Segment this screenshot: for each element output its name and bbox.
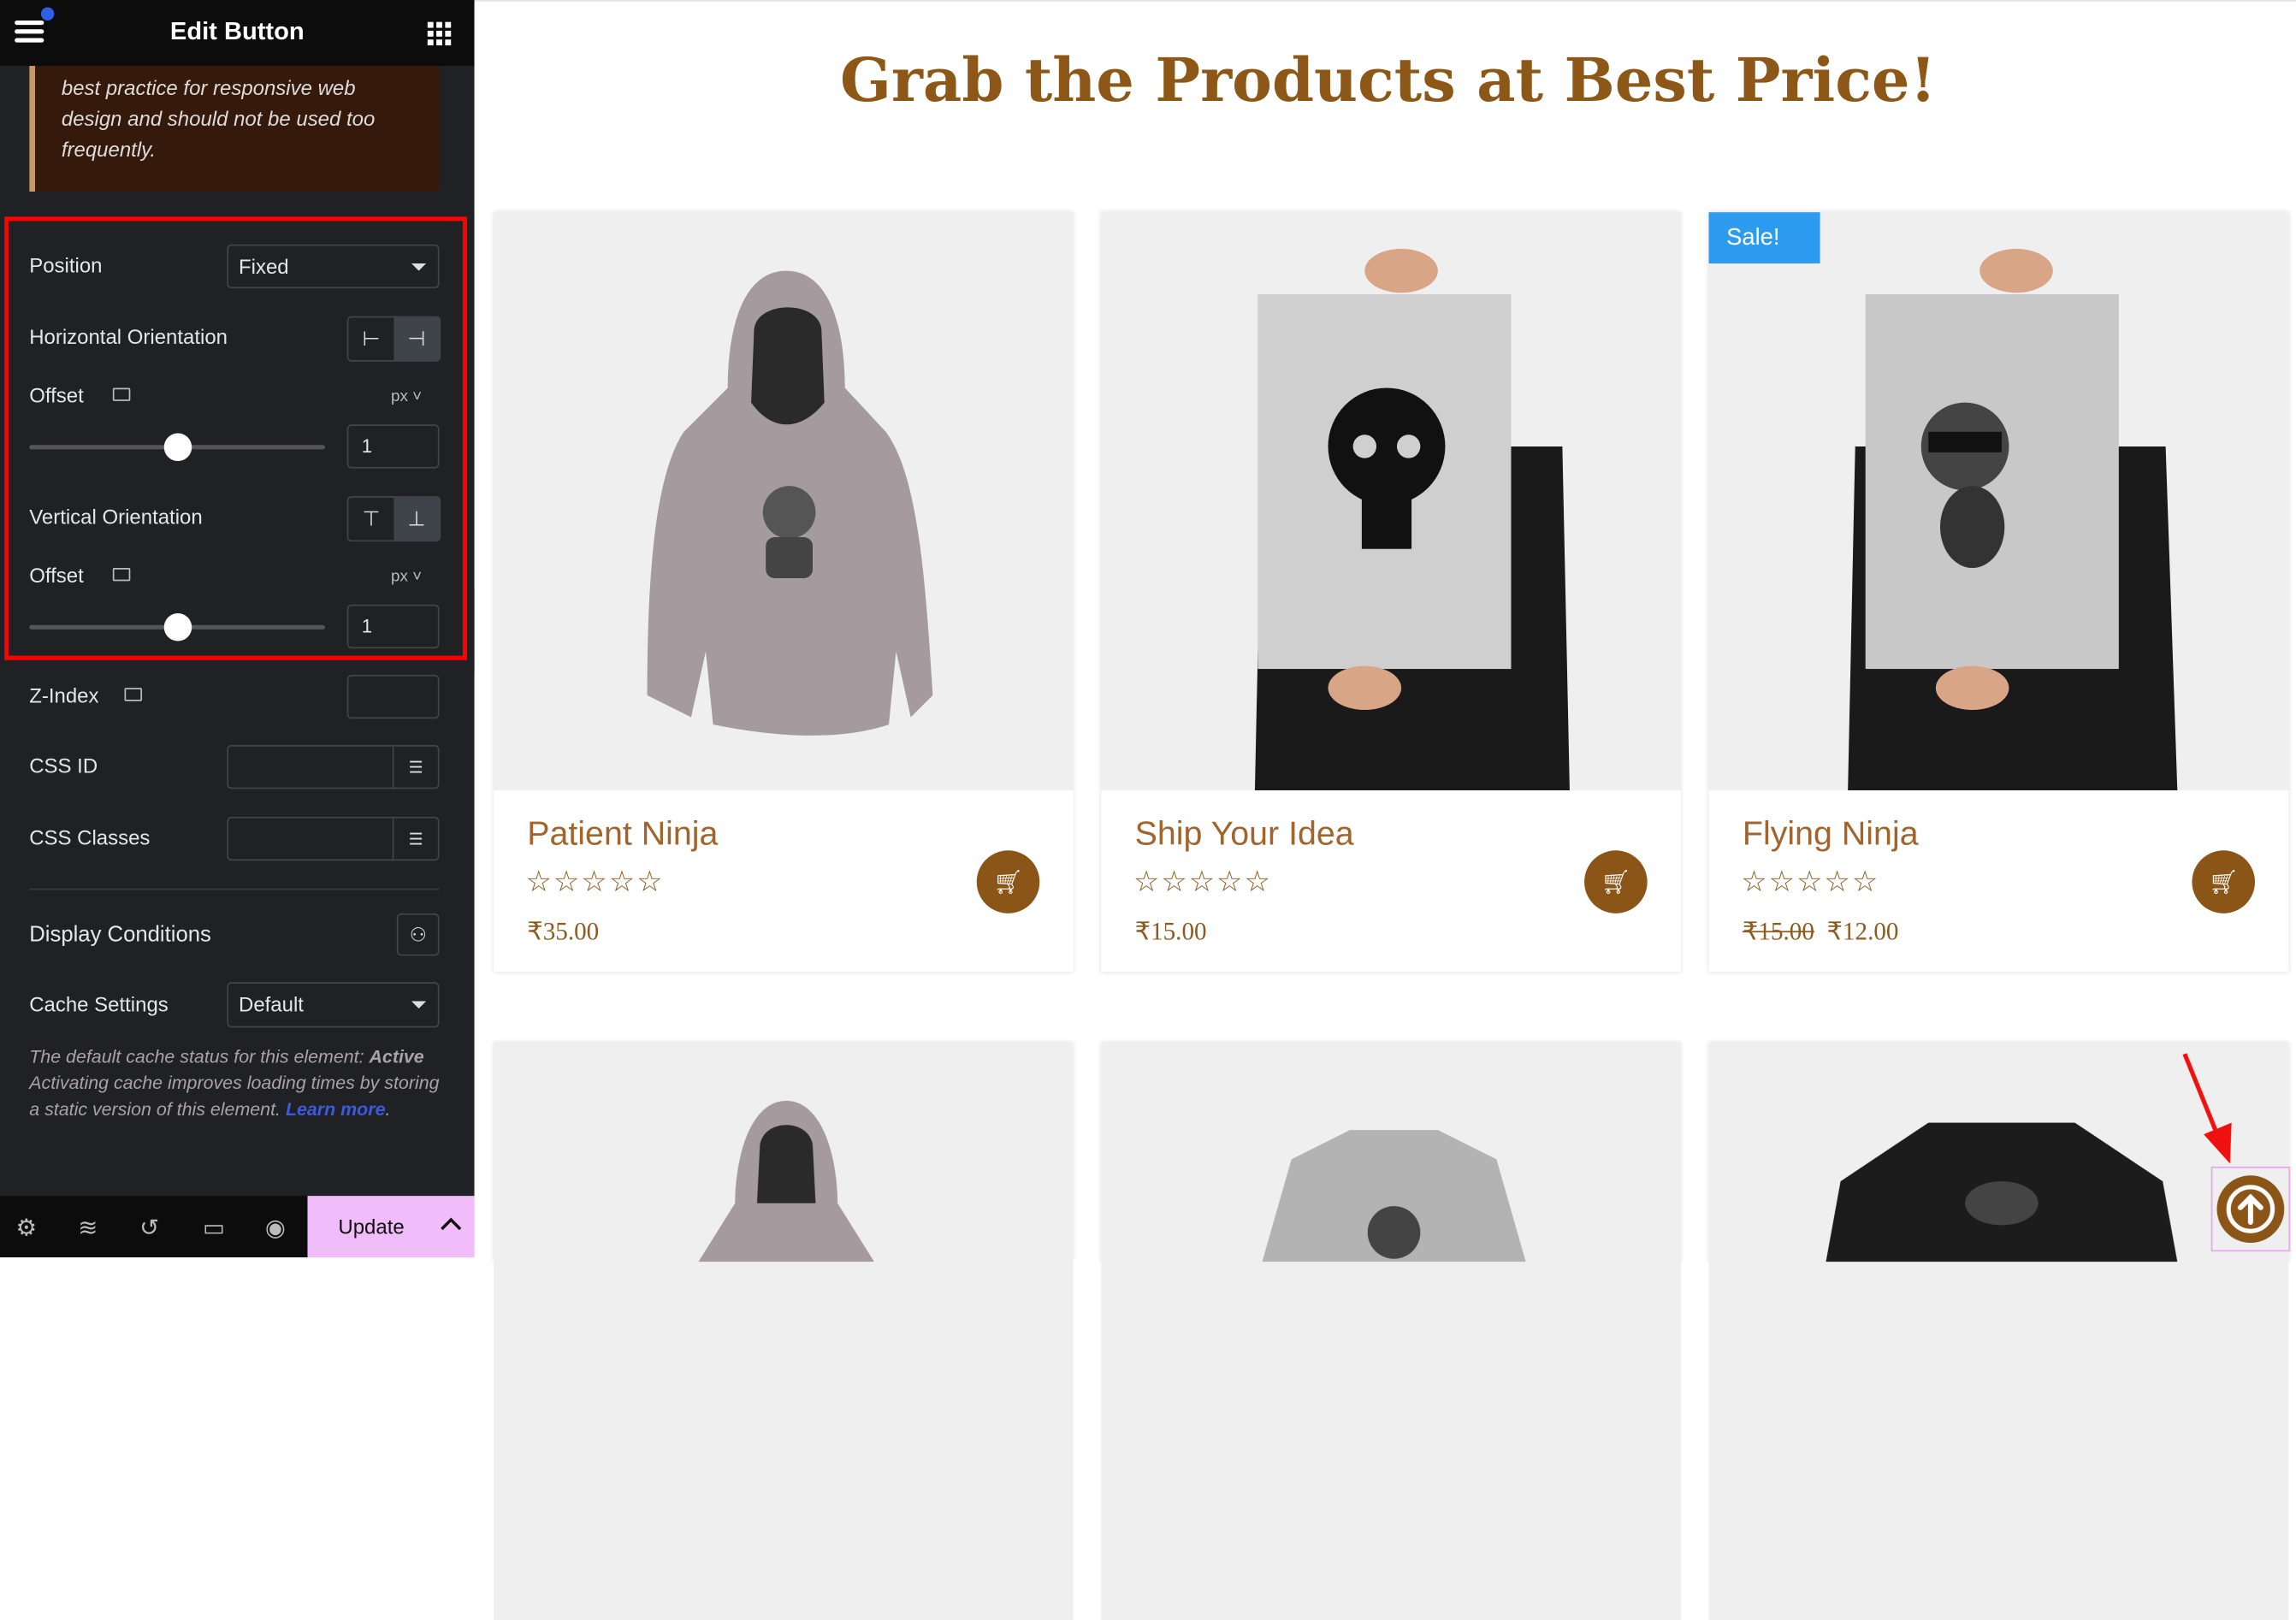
product-image[interactable]: [493, 212, 1074, 791]
red-arrow-annotation: [2182, 1053, 2232, 1164]
history-icon[interactable]: ↺: [134, 1214, 163, 1241]
add-to-cart-button[interactable]: 🛒︎: [976, 850, 1040, 913]
product-name[interactable]: Patient Ninja: [527, 813, 718, 853]
page-title: Grab the Products at Best Price!: [839, 45, 1937, 116]
sale-price: ₹12.00: [1826, 917, 1899, 946]
arrow-up-circle-icon: [2226, 1185, 2275, 1233]
old-price: ₹15.00: [1742, 917, 1814, 946]
info-note: best practice for responsive web design …: [29, 66, 440, 192]
position-label: Position: [29, 253, 103, 277]
h-offset-input[interactable]: 1: [346, 424, 440, 469]
desktop-icon[interactable]: [112, 387, 131, 401]
position-select[interactable]: Fixed: [227, 244, 440, 289]
add-to-cart-button[interactable]: 🛒︎: [2192, 850, 2256, 913]
preview-eye-icon[interactable]: ◉: [261, 1214, 290, 1241]
product-price: ₹15.00: [1134, 917, 1207, 946]
zindex-label: Z-Index: [29, 683, 99, 707]
zindex-input[interactable]: [346, 674, 440, 719]
divider: [29, 888, 440, 890]
css-id-input[interactable]: ☰: [227, 745, 440, 789]
product-price: ₹15.00 ₹12.00: [1743, 918, 1899, 947]
css-id-label: CSS ID: [29, 754, 98, 777]
update-button[interactable]: Update: [307, 1196, 475, 1258]
chevron-down-icon: [411, 1001, 427, 1009]
panel-title: Edit Button: [169, 17, 305, 46]
dynamic-tags-icon[interactable]: ☰: [392, 818, 438, 860]
product-card[interactable]: Patient Ninja ☆☆☆☆☆ ₹35.00 🛒︎: [493, 212, 1074, 973]
horizontal-orientation-toggle[interactable]: ⊢ ⊣: [346, 316, 441, 362]
rating-stars: ☆☆☆☆☆: [1741, 866, 1880, 899]
panel-header: Edit Button: [0, 0, 475, 67]
add-to-cart-button[interactable]: 🛒︎: [1584, 850, 1648, 913]
h-unit-select[interactable]: px ˅: [391, 387, 422, 405]
vertical-orientation-label: Vertical Orientation: [29, 505, 203, 529]
align-top-icon[interactable]: ⊤: [348, 498, 394, 541]
css-classes-input[interactable]: ☰: [227, 816, 440, 861]
rating-stars: ☆☆☆☆☆: [1133, 866, 1272, 899]
cart-icon: 🛒︎: [2208, 870, 2239, 896]
desktop-icon[interactable]: [112, 567, 131, 582]
settings-gear-icon[interactable]: ⚙: [12, 1214, 41, 1241]
display-conditions-label: Display Conditions: [29, 922, 211, 948]
align-left-icon[interactable]: ⊢: [348, 317, 394, 360]
chevron-down-icon: [411, 263, 427, 271]
product-card[interactable]: [493, 1042, 1074, 1620]
h-offset-slider-handle[interactable]: [163, 433, 192, 462]
apps-grid-icon[interactable]: [427, 21, 452, 46]
responsive-mode-icon[interactable]: ▭: [199, 1214, 228, 1241]
layers-icon[interactable]: ≋: [74, 1214, 103, 1241]
desktop-icon[interactable]: [124, 688, 143, 701]
v-offset-input[interactable]: 1: [346, 604, 440, 649]
v-offset-slider-handle[interactable]: [163, 613, 192, 641]
product-image[interactable]: [1101, 1042, 1682, 1620]
horizontal-orientation-label: Horizontal Orientation: [29, 324, 228, 349]
align-bottom-icon[interactable]: ⊥: [394, 497, 440, 541]
product-name[interactable]: Ship Your Idea: [1135, 813, 1354, 853]
cart-icon: 🛒︎: [1601, 870, 1631, 896]
sitemap-icon[interactable]: ⚇: [396, 913, 440, 956]
cache-settings-label: Cache Settings: [29, 992, 169, 1016]
css-classes-label: CSS Classes: [29, 825, 151, 849]
align-right-icon[interactable]: ⊣: [394, 317, 440, 360]
product-image[interactable]: [1101, 212, 1682, 791]
product-image[interactable]: [1708, 212, 2289, 791]
product-price: ₹35.00: [527, 917, 600, 946]
product-name[interactable]: Flying Ninja: [1743, 813, 1919, 853]
editor-panel: best practice for responsive web design …: [0, 0, 475, 1258]
cache-settings-select[interactable]: Default: [227, 982, 440, 1028]
cart-icon: 🛒︎: [993, 870, 1023, 896]
vertical-orientation-toggle[interactable]: ⊤ ⊥: [346, 496, 441, 542]
rating-stars: ☆☆☆☆☆: [525, 866, 665, 899]
sale-badge: Sale!: [1708, 212, 1820, 264]
product-image[interactable]: [493, 1042, 1074, 1620]
cache-note: The default cache status for this elemen…: [29, 1046, 440, 1120]
product-card[interactable]: [1101, 1042, 1682, 1620]
learn-more-link[interactable]: Learn more: [286, 1099, 386, 1120]
chevron-up-icon[interactable]: [441, 1217, 462, 1239]
v-unit-select[interactable]: px ˅: [391, 568, 422, 586]
v-offset-label: Offset: [29, 563, 84, 588]
dynamic-tags-icon[interactable]: ☰: [392, 746, 438, 788]
scroll-to-top-button[interactable]: [2216, 1175, 2285, 1243]
product-card[interactable]: Ship Your Idea ☆☆☆☆☆ ₹15.00 🛒︎: [1101, 212, 1682, 973]
product-card[interactable]: Sale! Flying Ninja ☆☆☆☆☆ ₹15.00 ₹12.00 🛒…: [1708, 212, 2289, 973]
h-offset-label: Offset: [29, 383, 84, 407]
